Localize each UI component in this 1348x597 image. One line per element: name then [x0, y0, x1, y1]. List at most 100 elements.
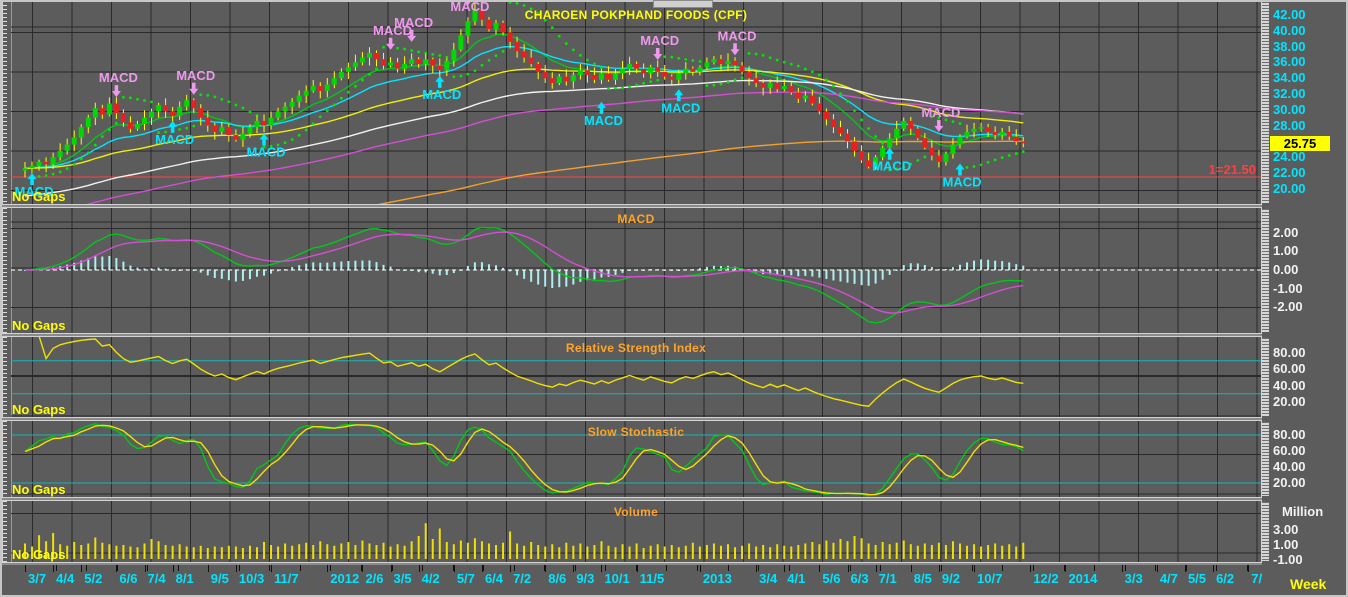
svg-text:MACD: MACD	[921, 105, 960, 120]
macd-plot-area[interactable]: MACD No Gaps	[11, 208, 1261, 333]
stoch-axis-label: 40.00	[1273, 459, 1306, 474]
date-tick-label: 3/7	[28, 571, 47, 586]
no-gaps-label: No Gaps	[12, 189, 66, 204]
volume-panel: Volume No Gaps	[2, 500, 1262, 563]
rsi-right-ruler	[1262, 338, 1269, 416]
date-tick	[25, 565, 26, 572]
price-plot-area[interactable]: 1=21.50 MACD MACD MACD MACD MACD MACD MACD MACD M…	[11, 1, 1261, 204]
rsi-panel: Relative Strength Index No Gaps	[2, 336, 1262, 418]
price-axis-label: 24.00	[1273, 149, 1306, 165]
macd-axis-label: -2.00	[1273, 299, 1303, 315]
top-scrollbar-thumb[interactable]	[653, 0, 713, 8]
rsi-axis-label: 60.00	[1273, 361, 1306, 376]
date-tick	[1121, 565, 1123, 572]
date-tick	[756, 565, 758, 572]
rsi-axis-label: 40.00	[1273, 377, 1306, 393]
date-tick-label: 11/7	[274, 571, 299, 586]
date-tick	[235, 565, 237, 572]
volume-right-ruler	[1262, 502, 1269, 561]
date-tick-label: 8/6	[548, 571, 567, 586]
macd-chart-svg	[11, 226, 1261, 324]
date-tick	[81, 565, 83, 572]
macd-axis-label: 2.00	[1273, 224, 1299, 240]
date-tick-label: 4/4	[56, 571, 75, 586]
date-tick	[390, 565, 392, 572]
date-tick	[327, 565, 329, 572]
date-tick	[910, 565, 912, 572]
svg-text:MACD: MACD	[155, 132, 194, 147]
stoch-axis-label: 80.00	[1273, 427, 1306, 442]
svg-text:MACD: MACD	[942, 175, 981, 190]
volume-plot-area[interactable]: Volume No Gaps	[11, 501, 1261, 562]
svg-text:MACD: MACD	[247, 145, 286, 160]
macd-axis-label: 1.00	[1273, 243, 1299, 259]
date-tick	[362, 565, 364, 572]
date-tick-label: 2014	[1068, 571, 1098, 586]
date-tick	[481, 565, 483, 572]
stoch-axis-label: 60.00	[1273, 443, 1306, 458]
svg-text:MACD: MACD	[718, 28, 757, 43]
rsi-axis-label: 80.00	[1273, 344, 1306, 360]
date-tick-label: 5/5	[1187, 571, 1207, 586]
stochastic-plot-area[interactable]: Slow Stochastic No Gaps	[11, 421, 1261, 497]
date-tick-label: 6/2	[1216, 571, 1235, 586]
date-tick-label: 4/2	[421, 571, 440, 586]
no-gaps-label: No Gaps	[12, 402, 66, 417]
svg-text:MACD: MACD	[661, 100, 700, 115]
date-tick-label: 9/5	[210, 571, 229, 586]
date-tick-label: 6/6	[119, 571, 138, 586]
price-axis-label: 32.00	[1273, 86, 1306, 101]
svg-text:MACD: MACD	[584, 113, 623, 128]
price-axis-label: 28.00	[1273, 117, 1306, 133]
macd-title: MACD	[617, 212, 655, 226]
date-tick	[819, 565, 821, 572]
macd-right-ruler	[1262, 209, 1269, 332]
date-tick-label: 7/2	[513, 571, 532, 586]
svg-text:1=21.50: 1=21.50	[1209, 162, 1256, 177]
parabolic-sar-dots	[30, 1, 1025, 179]
date-axis[interactable]: 3/7 4/4 5/2 6/6 7/4 8/1 9/5 10/3 11/7 2012 2/6 3/5 4…	[2, 565, 1269, 595]
date-tick	[784, 565, 786, 572]
date-tick-label: 7/4	[147, 571, 166, 586]
date-tick	[453, 565, 455, 572]
date-tick	[172, 565, 174, 572]
rsi-plot-area[interactable]: Relative Strength Index No Gaps	[11, 337, 1261, 417]
price-axis-label: 20.00	[1273, 180, 1306, 196]
date-tick-label: 7/1	[878, 571, 897, 586]
chart-window: 1=21.50 MACD MACD MACD MACD MACD MACD MACD MACD M…	[0, 0, 1348, 597]
date-tick	[1065, 565, 1067, 572]
svg-text:MACD: MACD	[872, 159, 911, 174]
svg-text:MACD: MACD	[176, 68, 215, 83]
svg-text:MACD: MACD	[99, 70, 138, 85]
support-line: 1=21.50	[11, 162, 1261, 178]
macd-axis-label: -1.00	[1273, 280, 1303, 296]
stochastic-right-ruler	[1262, 422, 1269, 496]
date-minor-tick	[971, 565, 973, 571]
date-tick-label: 5/7	[456, 571, 475, 586]
value-axis-column: Million 25.75 Week 42.00 40.00 38.00 36.00 3…	[1262, 0, 1346, 597]
date-minor-tick	[1063, 565, 1065, 571]
macd-axis-label: 0.00	[1273, 262, 1299, 277]
price-axis-label: 42.00	[1273, 7, 1306, 22]
rsi-axis-label: 20.00	[1273, 394, 1306, 409]
macd-panel: MACD No Gaps	[2, 207, 1262, 334]
date-tick	[207, 565, 209, 572]
date-tick-label: 4/1	[787, 571, 806, 586]
date-tick	[116, 565, 118, 572]
no-gaps-label: No Gaps	[12, 318, 66, 333]
no-gaps-label: No Gaps	[12, 547, 66, 562]
stochastic-title: Slow Stochastic	[587, 425, 685, 439]
date-tick-label: 6/4	[484, 571, 504, 586]
date-tick	[974, 565, 976, 572]
date-minor-tick	[1002, 565, 1004, 571]
stochastic-panel: Slow Stochastic No Gaps	[2, 420, 1262, 498]
date-tick	[1156, 565, 1158, 572]
date-tick-label: 8/1	[175, 571, 194, 586]
date-tick	[144, 565, 146, 572]
price-axis-label: 22.00	[1273, 165, 1306, 180]
volume-axis-label: 3.00	[1273, 522, 1299, 537]
date-tick	[1184, 565, 1186, 572]
date-tick	[1248, 565, 1250, 572]
svg-text:MACD: MACD	[422, 87, 461, 102]
date-tick-label: 2012	[330, 571, 360, 586]
